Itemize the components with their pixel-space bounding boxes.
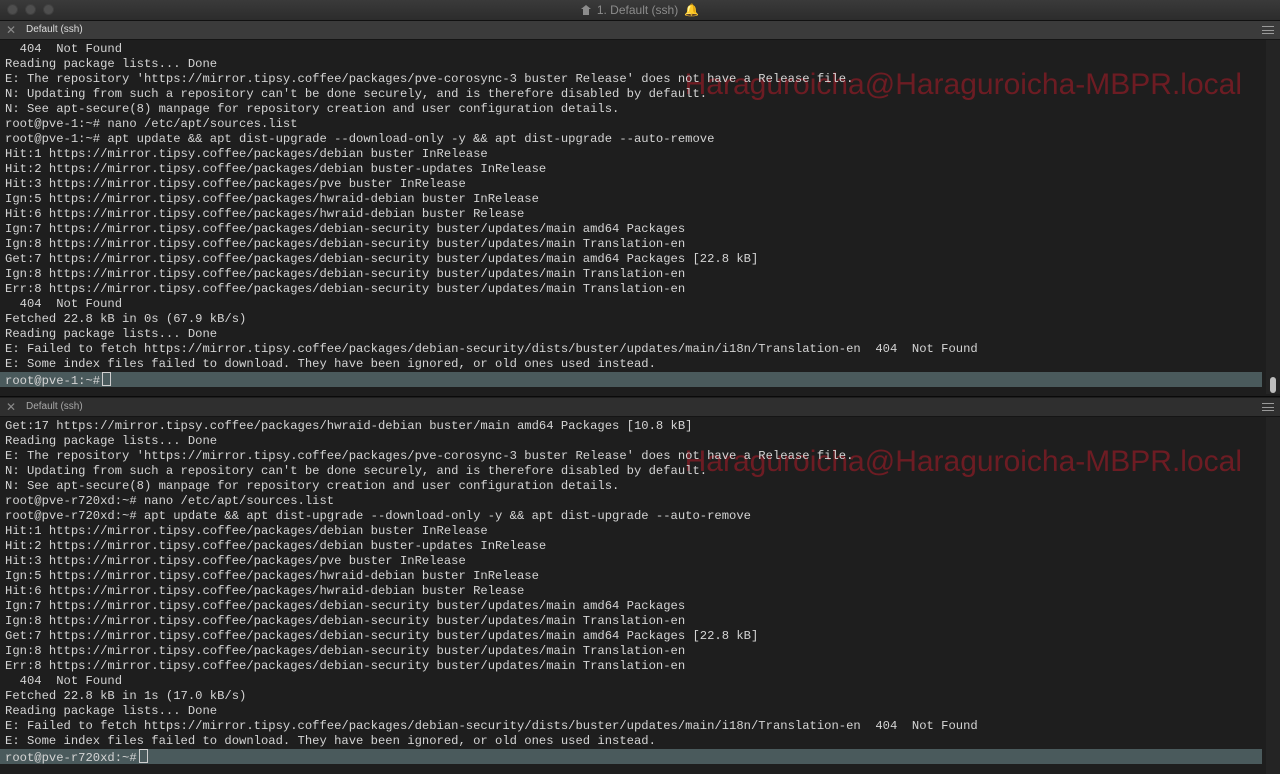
text-cursor [102, 372, 112, 386]
terminal-line: Hit:3 https://mirror.tipsy.coffee/packag… [5, 177, 466, 191]
terminal-line: Reading package lists... Done [5, 327, 218, 341]
bottom-pane-tab[interactable]: ✕ Default (ssh) [0, 398, 1280, 417]
bell-icon: 🔔 [684, 3, 700, 17]
top-terminal-output[interactable]: Haraguroicha@Haraguroicha-MBPR.local 404… [0, 40, 1266, 394]
terminal-line: Hit:3 https://mirror.tipsy.coffee/packag… [5, 554, 466, 568]
terminal-line: Ign:5 https://mirror.tipsy.coffee/packag… [5, 569, 539, 583]
prompt-text: root@pve-r720xd:~# [5, 751, 137, 765]
terminal-line: root@pve-r720xd:~# apt update && apt dis… [5, 509, 751, 523]
terminal-window: 1. Default (ssh) 🔔 ✕ Default (ssh) Harag… [0, 0, 1280, 774]
terminal-line: E: The repository 'https://mirror.tipsy.… [5, 72, 854, 86]
terminal-line: Reading package lists... Done [5, 434, 218, 448]
top-pane-scroll-thumb[interactable] [1270, 377, 1276, 393]
terminal-line: Reading package lists... Done [5, 57, 218, 71]
terminal-line: Ign:7 https://mirror.tipsy.coffee/packag… [5, 599, 686, 613]
terminal-line: Ign:8 https://mirror.tipsy.coffee/packag… [5, 644, 686, 658]
terminal-line: N: See apt-secure(8) manpage for reposit… [5, 479, 620, 493]
terminal-line: Hit:2 https://mirror.tipsy.coffee/packag… [5, 162, 547, 176]
terminal-line: Ign:8 https://mirror.tipsy.coffee/packag… [5, 237, 686, 251]
terminal-line: Get:7 https://mirror.tipsy.coffee/packag… [5, 252, 759, 266]
terminal-line: 404 Not Found [5, 674, 123, 688]
terminal-line: Err:8 https://mirror.tipsy.coffee/packag… [5, 659, 686, 673]
terminal-line: E: Failed to fetch https://mirror.tipsy.… [5, 342, 978, 356]
terminal-line: root@pve-1:~# nano /etc/apt/sources.list [5, 117, 298, 131]
terminal-line: Fetched 22.8 kB in 0s (67.9 kB/s) [5, 312, 247, 326]
pane-menu-icon[interactable] [1262, 26, 1274, 34]
terminal-line: Hit:1 https://mirror.tipsy.coffee/packag… [5, 524, 488, 538]
terminal-line: Hit:2 https://mirror.tipsy.coffee/packag… [5, 539, 547, 553]
home-icon [580, 5, 591, 15]
bottom-terminal-output[interactable]: Haraguroicha@Haraguroicha-MBPR.local Get… [0, 417, 1266, 774]
bottom-pane-scrollbar[interactable] [1266, 417, 1280, 774]
current-prompt-line[interactable] [0, 372, 1262, 387]
terminal-line: Fetched 22.8 kB in 1s (17.0 kB/s) [5, 689, 247, 703]
pane-menu-icon[interactable] [1262, 403, 1274, 411]
terminal-line: N: Updating from such a repository can't… [5, 464, 708, 478]
terminal-line: E: Some index files failed to download. … [5, 357, 656, 371]
current-prompt-line[interactable] [0, 749, 1262, 764]
window-titlebar[interactable]: 1. Default (ssh) 🔔 [0, 0, 1280, 21]
terminal-line: N: Updating from such a repository can't… [5, 87, 708, 101]
terminal-line: Err:8 https://mirror.tipsy.coffee/packag… [5, 282, 686, 296]
terminal-line: 404 Not Found [5, 42, 123, 56]
terminal-line: Ign:8 https://mirror.tipsy.coffee/packag… [5, 267, 686, 281]
text-cursor [138, 749, 148, 763]
terminal-line: Hit:6 https://mirror.tipsy.coffee/packag… [5, 207, 525, 221]
terminal-line: 404 Not Found [5, 297, 123, 311]
close-pane-icon[interactable]: ✕ [6, 23, 16, 37]
terminal-line: root@pve-1:~# apt update && apt dist-upg… [5, 132, 715, 146]
terminal-line: E: Failed to fetch https://mirror.tipsy.… [5, 719, 978, 733]
terminal-line: E: Some index files failed to download. … [5, 734, 656, 748]
prompt-line[interactable]: root@pve-r720xd:~# [5, 749, 148, 765]
terminal-line: Ign:7 https://mirror.tipsy.coffee/packag… [5, 222, 686, 236]
terminal-line: Get:7 https://mirror.tipsy.coffee/packag… [5, 629, 759, 643]
top-pane-tab-label: Default (ssh) [26, 24, 83, 35]
terminal-line: Ign:8 https://mirror.tipsy.coffee/packag… [5, 614, 686, 628]
terminal-line: E: The repository 'https://mirror.tipsy.… [5, 449, 854, 463]
prompt-text: root@pve-1:~# [5, 374, 101, 388]
terminal-line: Get:17 https://mirror.tipsy.coffee/packa… [5, 419, 693, 433]
close-pane-icon[interactable]: ✕ [6, 400, 16, 414]
terminal-line: Hit:1 https://mirror.tipsy.coffee/packag… [5, 147, 488, 161]
terminal-line: root@pve-r720xd:~# nano /etc/apt/sources… [5, 494, 335, 508]
prompt-line[interactable]: root@pve-1:~# [5, 372, 112, 388]
terminal-line: Ign:5 https://mirror.tipsy.coffee/packag… [5, 192, 539, 206]
window-title: 1. Default (ssh) [596, 3, 679, 17]
top-pane-tab[interactable]: ✕ Default (ssh) [0, 21, 1280, 40]
pane-divider[interactable] [0, 396, 1280, 397]
terminal-line: N: See apt-secure(8) manpage for reposit… [5, 102, 620, 116]
bottom-pane-tab-label: Default (ssh) [26, 401, 83, 412]
terminal-line: Hit:6 https://mirror.tipsy.coffee/packag… [5, 584, 525, 598]
terminal-line: Reading package lists... Done [5, 704, 218, 718]
top-pane-scrollbar[interactable] [1266, 40, 1280, 394]
